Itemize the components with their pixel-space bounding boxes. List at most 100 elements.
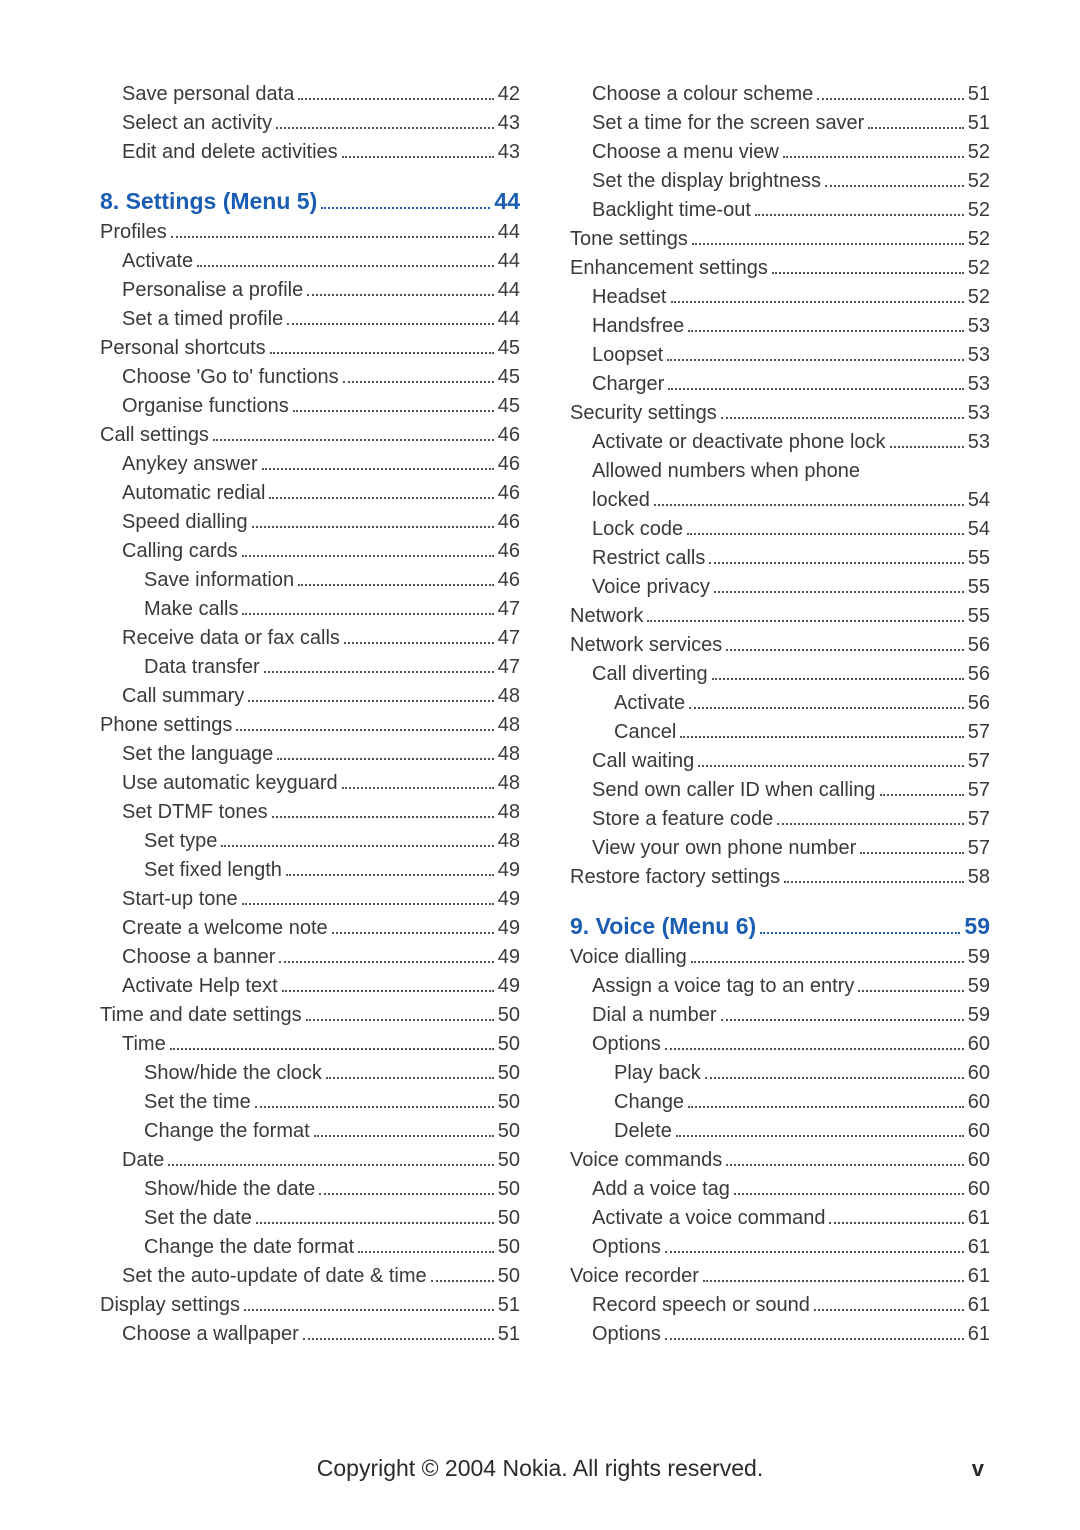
toc-entry[interactable]: Time and date settings50	[100, 1001, 520, 1030]
toc-entry[interactable]: Charger53	[570, 370, 990, 399]
toc-entry[interactable]: Change the date format50	[100, 1233, 520, 1262]
toc-entry[interactable]: Personal shortcuts45	[100, 334, 520, 363]
toc-entry[interactable]: Personalise a profile44	[100, 276, 520, 305]
toc-entry[interactable]: Profiles44	[100, 218, 520, 247]
toc-entry-wrap: Allowed numbers when phone	[570, 457, 990, 486]
toc-entry[interactable]: Play back60	[570, 1059, 990, 1088]
toc-entry[interactable]: Security settings53	[570, 399, 990, 428]
toc-entry[interactable]: Add a voice tag60	[570, 1175, 990, 1204]
toc-entry[interactable]: Cancel57	[570, 718, 990, 747]
toc-entry[interactable]: Display settings51	[100, 1291, 520, 1320]
toc-dots	[654, 504, 964, 506]
toc-entry[interactable]: Phone settings48	[100, 711, 520, 740]
toc-entry[interactable]: Set the display brightness52	[570, 167, 990, 196]
toc-entry[interactable]: Call settings46	[100, 421, 520, 450]
toc-entry[interactable]: locked54	[570, 486, 990, 515]
toc-column-left: Save personal data42Select an activity43…	[100, 80, 520, 1349]
toc-entry-page: 59	[968, 972, 990, 1001]
toc-entry[interactable]: Delete60	[570, 1117, 990, 1146]
toc-entry[interactable]: Store a feature code57	[570, 805, 990, 834]
toc-entry[interactable]: Voice commands60	[570, 1146, 990, 1175]
toc-entry[interactable]: Activate44	[100, 247, 520, 276]
toc-entry-page: 51	[968, 109, 990, 138]
toc-entry[interactable]: Options61	[570, 1233, 990, 1262]
toc-entry[interactable]: Select an activity43	[100, 109, 520, 138]
toc-heading[interactable]: 9. Voice (Menu 6)59	[570, 910, 990, 943]
toc-entry[interactable]: Enhancement settings52	[570, 254, 990, 283]
toc-entry[interactable]: Save personal data42	[100, 80, 520, 109]
toc-entry[interactable]: Tone settings52	[570, 225, 990, 254]
toc-entry[interactable]: Assign a voice tag to an entry59	[570, 972, 990, 1001]
toc-entry[interactable]: Date50	[100, 1146, 520, 1175]
toc-dots	[734, 1193, 964, 1195]
toc-entry[interactable]: Call diverting56	[570, 660, 990, 689]
toc-entry[interactable]: Backlight time-out52	[570, 196, 990, 225]
toc-entry[interactable]: Receive data or fax calls47	[100, 624, 520, 653]
toc-entry[interactable]: Use automatic keyguard48	[100, 769, 520, 798]
toc-entry[interactable]: Options61	[570, 1320, 990, 1349]
toc-entry[interactable]: Change the format50	[100, 1117, 520, 1146]
toc-entry[interactable]: Call summary48	[100, 682, 520, 711]
toc-entry[interactable]: Record speech or sound61	[570, 1291, 990, 1320]
toc-entry[interactable]: Loopset53	[570, 341, 990, 370]
toc-entry[interactable]: Choose a banner49	[100, 943, 520, 972]
toc-entry[interactable]: Handsfree53	[570, 312, 990, 341]
toc-entry-text: Choose a banner	[122, 943, 275, 972]
toc-entry[interactable]: Set fixed length49	[100, 856, 520, 885]
toc-entry[interactable]: Speed dialling46	[100, 508, 520, 537]
toc-dots	[168, 1164, 494, 1166]
toc-entry[interactable]: View your own phone number57	[570, 834, 990, 863]
toc-entry[interactable]: Voice privacy55	[570, 573, 990, 602]
toc-entry[interactable]: Choose a menu view52	[570, 138, 990, 167]
toc-entry[interactable]: Options60	[570, 1030, 990, 1059]
toc-entry[interactable]: Show/hide the date50	[100, 1175, 520, 1204]
toc-entry[interactable]: Voice recorder61	[570, 1262, 990, 1291]
toc-entry[interactable]: Lock code54	[570, 515, 990, 544]
toc-entry[interactable]: Headset52	[570, 283, 990, 312]
toc-entry[interactable]: Set the auto-update of date & time50	[100, 1262, 520, 1291]
toc-dots	[784, 881, 964, 883]
toc-entry[interactable]: Choose a wallpaper51	[100, 1320, 520, 1349]
toc-entry[interactable]: Set type48	[100, 827, 520, 856]
toc-entry[interactable]: Voice dialling59	[570, 943, 990, 972]
toc-entry[interactable]: Network services56	[570, 631, 990, 660]
toc-entry[interactable]: Data transfer47	[100, 653, 520, 682]
toc-entry[interactable]: Edit and delete activities43	[100, 138, 520, 167]
toc-entry[interactable]: Restrict calls55	[570, 544, 990, 573]
toc-entry[interactable]: Send own caller ID when calling57	[570, 776, 990, 805]
toc-entry[interactable]: Set the date50	[100, 1204, 520, 1233]
toc-entry[interactable]: Start-up tone49	[100, 885, 520, 914]
toc-entry[interactable]: Change60	[570, 1088, 990, 1117]
toc-entry[interactable]: Automatic redial46	[100, 479, 520, 508]
toc-entry[interactable]: Make calls47	[100, 595, 520, 624]
toc-dots	[342, 156, 494, 158]
toc-entry[interactable]: Restore factory settings58	[570, 863, 990, 892]
toc-entry[interactable]: Set DTMF tones48	[100, 798, 520, 827]
toc-entry[interactable]: Set a time for the screen saver51	[570, 109, 990, 138]
toc-entry[interactable]: Set the language48	[100, 740, 520, 769]
toc-entry[interactable]: Activate56	[570, 689, 990, 718]
toc-entry[interactable]: Activate a voice command61	[570, 1204, 990, 1233]
toc-dots	[326, 1077, 494, 1079]
toc-entry[interactable]: Activate or deactivate phone lock53	[570, 428, 990, 457]
toc-dots	[760, 932, 960, 934]
toc-entry-page: 50	[498, 1262, 520, 1291]
toc-entry[interactable]: Show/hide the clock50	[100, 1059, 520, 1088]
toc-entry-text: Time	[122, 1030, 166, 1059]
toc-entry[interactable]: Dial a number59	[570, 1001, 990, 1030]
toc-entry[interactable]: Organise functions45	[100, 392, 520, 421]
toc-entry[interactable]: Network55	[570, 602, 990, 631]
toc-entry[interactable]: Activate Help text49	[100, 972, 520, 1001]
toc-entry[interactable]: Choose a colour scheme51	[570, 80, 990, 109]
toc-entry[interactable]: Call waiting57	[570, 747, 990, 776]
toc-entry[interactable]: Calling cards46	[100, 537, 520, 566]
toc-entry[interactable]: Time50	[100, 1030, 520, 1059]
toc-entry[interactable]: Set a timed profile44	[100, 305, 520, 334]
toc-entry[interactable]: Save information46	[100, 566, 520, 595]
toc-entry[interactable]: Anykey answer46	[100, 450, 520, 479]
toc-entry[interactable]: Choose 'Go to' functions45	[100, 363, 520, 392]
toc-entry[interactable]: Set the time50	[100, 1088, 520, 1117]
toc-entry-text: Set DTMF tones	[122, 798, 268, 827]
toc-heading[interactable]: 8. Settings (Menu 5) 44	[100, 185, 520, 218]
toc-entry[interactable]: Create a welcome note49	[100, 914, 520, 943]
